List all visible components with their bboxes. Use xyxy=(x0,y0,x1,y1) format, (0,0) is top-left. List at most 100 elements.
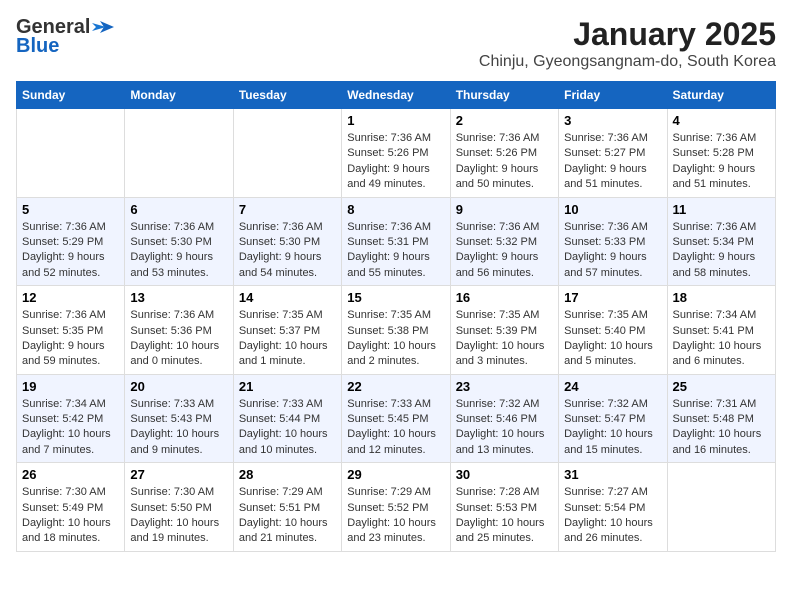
calendar-week-1: 1 Sunrise: 7:36 AMSunset: 5:26 PMDaylight… xyxy=(17,109,776,198)
day-number: 25 xyxy=(673,379,770,394)
day-number: 15 xyxy=(347,290,444,305)
calendar-title: January 2025 xyxy=(479,16,776,53)
calendar-subtitle: Chinju, Gyeongsangnam-do, South Korea xyxy=(479,53,776,71)
calendar-cell: 26 Sunrise: 7:30 AMSunset: 5:49 PMDayligh… xyxy=(17,463,125,552)
day-number: 29 xyxy=(347,467,444,482)
day-number: 13 xyxy=(130,290,227,305)
calendar-table: SundayMondayTuesdayWednesdayThursdayFrid… xyxy=(16,81,776,552)
day-number: 14 xyxy=(239,290,336,305)
day-content: Sunrise: 7:35 AMSunset: 5:38 PMDaylight:… xyxy=(347,308,444,370)
calendar-week-2: 5 Sunrise: 7:36 AMSunset: 5:29 PMDaylight… xyxy=(17,197,776,286)
day-content: Sunrise: 7:36 AMSunset: 5:36 PMDaylight:… xyxy=(130,308,227,370)
day-content: Sunrise: 7:30 AMSunset: 5:50 PMDaylight:… xyxy=(130,485,227,547)
calendar-cell: 19 Sunrise: 7:34 AMSunset: 5:42 PMDayligh… xyxy=(17,374,125,463)
day-content: Sunrise: 7:36 AMSunset: 5:35 PMDaylight:… xyxy=(22,308,119,370)
header-row: SundayMondayTuesdayWednesdayThursdayFrid… xyxy=(17,82,776,109)
calendar-cell: 30 Sunrise: 7:28 AMSunset: 5:53 PMDayligh… xyxy=(450,463,558,552)
logo-bird-icon xyxy=(92,19,114,37)
calendar-cell: 22 Sunrise: 7:33 AMSunset: 5:45 PMDayligh… xyxy=(342,374,450,463)
calendar-cell: 31Sunrise: 7:27 AMSunset: 5:54 PMDayligh… xyxy=(559,463,667,552)
calendar-cell: 18 Sunrise: 7:34 AMSunset: 5:41 PMDayligh… xyxy=(667,286,775,375)
day-number: 20 xyxy=(130,379,227,394)
header-day-tuesday: Tuesday xyxy=(233,82,341,109)
day-number: 22 xyxy=(347,379,444,394)
day-number: 3 xyxy=(564,113,661,128)
calendar-cell: 13 Sunrise: 7:36 AMSunset: 5:36 PMDayligh… xyxy=(125,286,233,375)
calendar-cell: 6Sunrise: 7:36 AMSunset: 5:30 PMDaylight… xyxy=(125,197,233,286)
logo-blue: Blue xyxy=(16,35,59,58)
calendar-cell: 27Sunrise: 7:30 AMSunset: 5:50 PMDayligh… xyxy=(125,463,233,552)
day-content: Sunrise: 7:36 AMSunset: 5:26 PMDaylight:… xyxy=(347,131,444,193)
calendar-cell: 12 Sunrise: 7:36 AMSunset: 5:35 PMDayligh… xyxy=(17,286,125,375)
calendar-cell: 23 Sunrise: 7:32 AMSunset: 5:46 PMDayligh… xyxy=(450,374,558,463)
header-day-friday: Friday xyxy=(559,82,667,109)
day-content: Sunrise: 7:30 AMSunset: 5:49 PMDaylight:… xyxy=(22,485,119,547)
day-number: 10 xyxy=(564,202,661,217)
day-number: 5 xyxy=(22,202,119,217)
day-content: Sunrise: 7:33 AMSunset: 5:45 PMDaylight:… xyxy=(347,397,444,459)
calendar-cell: 11 Sunrise: 7:36 AMSunset: 5:34 PMDayligh… xyxy=(667,197,775,286)
day-content: Sunrise: 7:33 AMSunset: 5:44 PMDaylight:… xyxy=(239,397,336,459)
day-content: Sunrise: 7:35 AMSunset: 5:40 PMDaylight:… xyxy=(564,308,661,370)
calendar-cell: 7 Sunrise: 7:36 AMSunset: 5:30 PMDaylight… xyxy=(233,197,341,286)
day-number: 11 xyxy=(673,202,770,217)
day-content: Sunrise: 7:36 AMSunset: 5:30 PMDaylight:… xyxy=(239,220,336,282)
day-number: 24 xyxy=(564,379,661,394)
calendar-cell: 16Sunrise: 7:35 AMSunset: 5:39 PMDayligh… xyxy=(450,286,558,375)
calendar-cell: 9Sunrise: 7:36 AMSunset: 5:32 PMDaylight… xyxy=(450,197,558,286)
day-number: 28 xyxy=(239,467,336,482)
day-number: 23 xyxy=(456,379,553,394)
day-content: Sunrise: 7:31 AMSunset: 5:48 PMDaylight:… xyxy=(673,397,770,459)
header-day-thursday: Thursday xyxy=(450,82,558,109)
day-content: Sunrise: 7:29 AMSunset: 5:52 PMDaylight:… xyxy=(347,485,444,547)
calendar-cell: 1 Sunrise: 7:36 AMSunset: 5:26 PMDaylight… xyxy=(342,109,450,198)
calendar-cell: 14 Sunrise: 7:35 AMSunset: 5:37 PMDayligh… xyxy=(233,286,341,375)
header-day-wednesday: Wednesday xyxy=(342,82,450,109)
day-number: 1 xyxy=(347,113,444,128)
calendar-header: SundayMondayTuesdayWednesdayThursdayFrid… xyxy=(17,82,776,109)
calendar-cell: 2Sunrise: 7:36 AMSunset: 5:26 PMDaylight… xyxy=(450,109,558,198)
day-content: Sunrise: 7:36 AMSunset: 5:27 PMDaylight:… xyxy=(564,131,661,193)
day-number: 30 xyxy=(456,467,553,482)
header-day-sunday: Sunday xyxy=(17,82,125,109)
day-number: 31 xyxy=(564,467,661,482)
calendar-cell: 17 Sunrise: 7:35 AMSunset: 5:40 PMDayligh… xyxy=(559,286,667,375)
day-content: Sunrise: 7:35 AMSunset: 5:37 PMDaylight:… xyxy=(239,308,336,370)
calendar-cell: 15 Sunrise: 7:35 AMSunset: 5:38 PMDayligh… xyxy=(342,286,450,375)
day-number: 17 xyxy=(564,290,661,305)
calendar-cell: 3 Sunrise: 7:36 AMSunset: 5:27 PMDaylight… xyxy=(559,109,667,198)
day-content: Sunrise: 7:32 AMSunset: 5:46 PMDaylight:… xyxy=(456,397,553,459)
calendar-week-5: 26 Sunrise: 7:30 AMSunset: 5:49 PMDayligh… xyxy=(17,463,776,552)
day-content: Sunrise: 7:34 AMSunset: 5:41 PMDaylight:… xyxy=(673,308,770,370)
day-number: 12 xyxy=(22,290,119,305)
page-header: General Blue January 2025 Chinju, Gyeong… xyxy=(16,16,776,71)
calendar-cell: 29 Sunrise: 7:29 AMSunset: 5:52 PMDayligh… xyxy=(342,463,450,552)
calendar-cell: 24Sunrise: 7:32 AMSunset: 5:47 PMDayligh… xyxy=(559,374,667,463)
day-number: 7 xyxy=(239,202,336,217)
day-content: Sunrise: 7:34 AMSunset: 5:42 PMDaylight:… xyxy=(22,397,119,459)
calendar-cell: 25 Sunrise: 7:31 AMSunset: 5:48 PMDayligh… xyxy=(667,374,775,463)
day-content: Sunrise: 7:36 AMSunset: 5:28 PMDaylight:… xyxy=(673,131,770,193)
calendar-week-3: 12 Sunrise: 7:36 AMSunset: 5:35 PMDayligh… xyxy=(17,286,776,375)
calendar-cell: 4 Sunrise: 7:36 AMSunset: 5:28 PMDaylight… xyxy=(667,109,775,198)
header-day-monday: Monday xyxy=(125,82,233,109)
day-number: 4 xyxy=(673,113,770,128)
day-number: 19 xyxy=(22,379,119,394)
day-content: Sunrise: 7:36 AMSunset: 5:29 PMDaylight:… xyxy=(22,220,119,282)
calendar-cell: 21Sunrise: 7:33 AMSunset: 5:44 PMDayligh… xyxy=(233,374,341,463)
calendar-cell xyxy=(233,109,341,198)
day-number: 26 xyxy=(22,467,119,482)
day-number: 18 xyxy=(673,290,770,305)
calendar-cell: 10 Sunrise: 7:36 AMSunset: 5:33 PMDayligh… xyxy=(559,197,667,286)
calendar-cell: 20 Sunrise: 7:33 AMSunset: 5:43 PMDayligh… xyxy=(125,374,233,463)
day-number: 6 xyxy=(130,202,227,217)
day-content: Sunrise: 7:36 AMSunset: 5:31 PMDaylight:… xyxy=(347,220,444,282)
calendar-cell xyxy=(667,463,775,552)
calendar-cell xyxy=(17,109,125,198)
calendar-cell: 28 Sunrise: 7:29 AMSunset: 5:51 PMDayligh… xyxy=(233,463,341,552)
day-content: Sunrise: 7:33 AMSunset: 5:43 PMDaylight:… xyxy=(130,397,227,459)
day-content: Sunrise: 7:29 AMSunset: 5:51 PMDaylight:… xyxy=(239,485,336,547)
day-content: Sunrise: 7:36 AMSunset: 5:33 PMDaylight:… xyxy=(564,220,661,282)
day-content: Sunrise: 7:36 AMSunset: 5:34 PMDaylight:… xyxy=(673,220,770,282)
day-content: Sunrise: 7:28 AMSunset: 5:53 PMDaylight:… xyxy=(456,485,553,547)
